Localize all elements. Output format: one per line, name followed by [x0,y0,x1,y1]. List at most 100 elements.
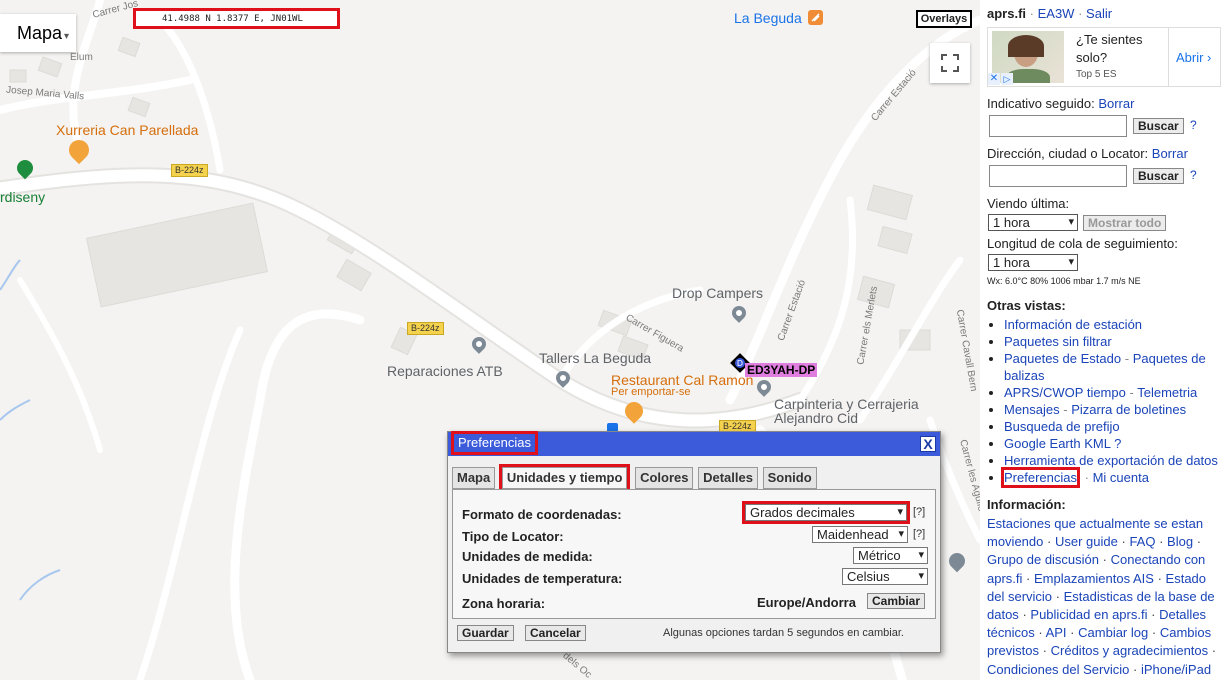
units-value: Métrico [858,548,901,563]
tab-mapa[interactable]: Mapa [452,467,496,489]
town-name: La Beguda [734,10,802,26]
view-prefix-search-link[interactable]: Busqueda de prefijo [1004,419,1120,434]
view-bulletins-link[interactable]: Pizarra de boletines [1071,402,1186,417]
preferences-dialog: Preferencias X Mapa Unidades y tiempo Co… [447,431,941,653]
list-item: Información de estación [1004,316,1228,333]
ad-banner[interactable]: ¿Te sientes solo? Top 5 ES Abrir › ✕ ▷ [987,27,1221,87]
locator-type-select[interactable]: Maidenhead ▾ [812,526,908,543]
chevron-down-icon: ▾ [918,549,924,561]
dialog-note: Algunas opciones tardan 5 segundos en ca… [663,627,904,639]
list-item: Busqueda de prefijo [1004,418,1228,435]
list-item: Paquetes de Estado - Paquetes de balizas [1004,350,1228,384]
coord-format-select[interactable]: Grados decimales ▾ [742,501,910,524]
list-item: APRS/CWOP tiempo - Telemetria [1004,384,1228,401]
tracked-search-button[interactable]: Buscar [1133,118,1184,134]
view-messages-link[interactable]: Mensajes [1004,402,1060,417]
info-link[interactable]: Créditos y agradecimientos [1051,643,1209,658]
list-item: Herramienta de exportación de datos [1004,452,1228,469]
help-link[interactable]: ? [1190,168,1197,182]
units-select[interactable]: Métrico ▾ [853,547,928,564]
help-link[interactable]: [?] [913,528,925,540]
info-link[interactable]: Condiciones del Servicio [987,662,1129,677]
info-link[interactable]: Blog [1167,534,1193,549]
fullscreen-button[interactable] [930,43,970,83]
ad-cta-link[interactable]: Abrir › [1176,50,1211,65]
list-item: Preferencias · Mi cuenta [1001,467,1228,488]
poi-label: Drop Campers [672,285,764,301]
temperature-select[interactable]: Celsius ▾ [842,568,928,585]
road-badge: B-224z [171,164,208,177]
view-export-link[interactable]: Herramienta de exportación de datos [1004,453,1218,468]
tracked-callsign-input[interactable] [989,115,1127,137]
logout-link[interactable]: Salir [1086,6,1112,21]
tail-length-select[interactable]: 1 hora ▾ [988,254,1078,271]
dialog-titlebar[interactable]: Preferencias X [448,431,940,456]
callsign-link[interactable]: EA3W [1038,6,1075,21]
coord-format-value: Grados decimales [750,505,855,520]
change-timezone-button[interactable]: Cambiar [867,593,926,609]
show-all-button[interactable]: Mostrar todo [1083,215,1167,231]
last-period-select[interactable]: 1 hora ▾ [988,214,1078,231]
fullscreen-icon [941,54,959,72]
temperature-label: Unidades de temperatura: [462,571,623,586]
map-type-selector[interactable]: Mapa ▾ [0,14,76,52]
kml-help-link[interactable]: ? [1114,436,1121,451]
help-link[interactable]: ? [1190,118,1197,132]
chevron-down-icon: ▾ [918,570,924,582]
other-views-list: Información de estación Paquetes sin fil… [987,316,1228,488]
list-item: Paquetes sin filtrar [1004,333,1228,350]
info-link[interactable]: FAQ [1129,534,1155,549]
cancel-button[interactable]: Cancelar [525,625,586,641]
address-clear-link[interactable]: Borrar [1152,146,1188,161]
station-label[interactable]: ED3YAH-DP [745,363,818,377]
locator-type-label: Tipo de Locator: [462,529,564,544]
overlays-button[interactable]: Overlays [916,10,972,28]
poi-label: Tallers La Beguda [539,350,652,366]
ad-choices-icon[interactable]: ▷ [1001,73,1013,85]
map-canvas[interactable]: Mapa ▾ 41.4988 N 1.8377 E, JN01WL Overlay… [0,0,980,680]
save-button[interactable]: Guardar [457,625,514,641]
view-station-info-link[interactable]: Información de estación [1004,317,1142,332]
dialog-title: Preferencias [451,431,538,455]
tail-length-value: 1 hora [993,255,1030,270]
view-raw-packets-link[interactable]: Paquetes sin filtrar [1004,334,1112,349]
view-weather-link[interactable]: APRS/CWOP tiempo [1004,385,1126,400]
ad-source: Top 5 ES [1076,69,1117,80]
address-input[interactable] [989,165,1127,187]
my-account-link[interactable]: Mi cuenta [1093,470,1149,485]
info-link[interactable]: Cambiar log [1078,625,1148,640]
settings-panel: Formato de coordenadas: Grados decimales… [452,489,936,619]
sidebar: aprs.fi · EA3W · Salir ¿Te sientes solo?… [980,0,1228,680]
dialog-tabs: Mapa Unidades y tiempo Colores Detalles … [452,464,818,492]
town-label: La Beguda [734,10,823,26]
poi-label: Xurreria Can Parellada [56,122,199,138]
address-search-button[interactable]: Buscar [1133,168,1184,184]
address-row: Dirección, ciudad o Locator: Borrar [987,146,1188,161]
tab-colores[interactable]: Colores [635,467,694,489]
ad-headline-1: ¿Te sientes [1076,32,1143,47]
info-link[interactable]: API [1046,625,1067,640]
locator-type-value: Maidenhead [817,527,889,542]
list-item: Google Earth KML ? [1004,435,1228,452]
tab-unidades-y-tiempo[interactable]: Unidades y tiempo [498,464,631,492]
preferences-link[interactable]: Preferencias [1001,467,1080,488]
ad-close-icon[interactable]: ✕ [988,73,1000,85]
tracked-clear-link[interactable]: Borrar [1098,96,1134,111]
tracked-callsign-label: Indicativo seguido: [987,96,1095,111]
tail-length-label: Longitud de cola de seguimiento: [987,236,1178,251]
tab-sonido[interactable]: Sonido [762,467,817,489]
info-link[interactable]: User guide [1055,534,1118,549]
help-link[interactable]: [?] [913,506,925,518]
info-links: Estaciones que actualmente se estan movi… [987,515,1223,680]
view-status-packets-link[interactable]: Paquetes de Estado [1004,351,1121,366]
info-link[interactable]: Publicidad en aprs.fi [1030,607,1147,622]
info-link[interactable]: Emplazamientos AIS [1034,571,1154,586]
chevron-down-icon: ▾ [898,528,904,540]
road-badge: B-224z [407,322,444,335]
street-label: Elum [70,52,93,63]
info-link[interactable]: Grupo de discusión [987,552,1099,567]
tab-detalles[interactable]: Detalles [698,467,758,489]
view-kml-link[interactable]: Google Earth KML [1004,436,1110,451]
view-telemetry-link[interactable]: Telemetria [1137,385,1197,400]
close-icon[interactable]: X [920,436,936,452]
